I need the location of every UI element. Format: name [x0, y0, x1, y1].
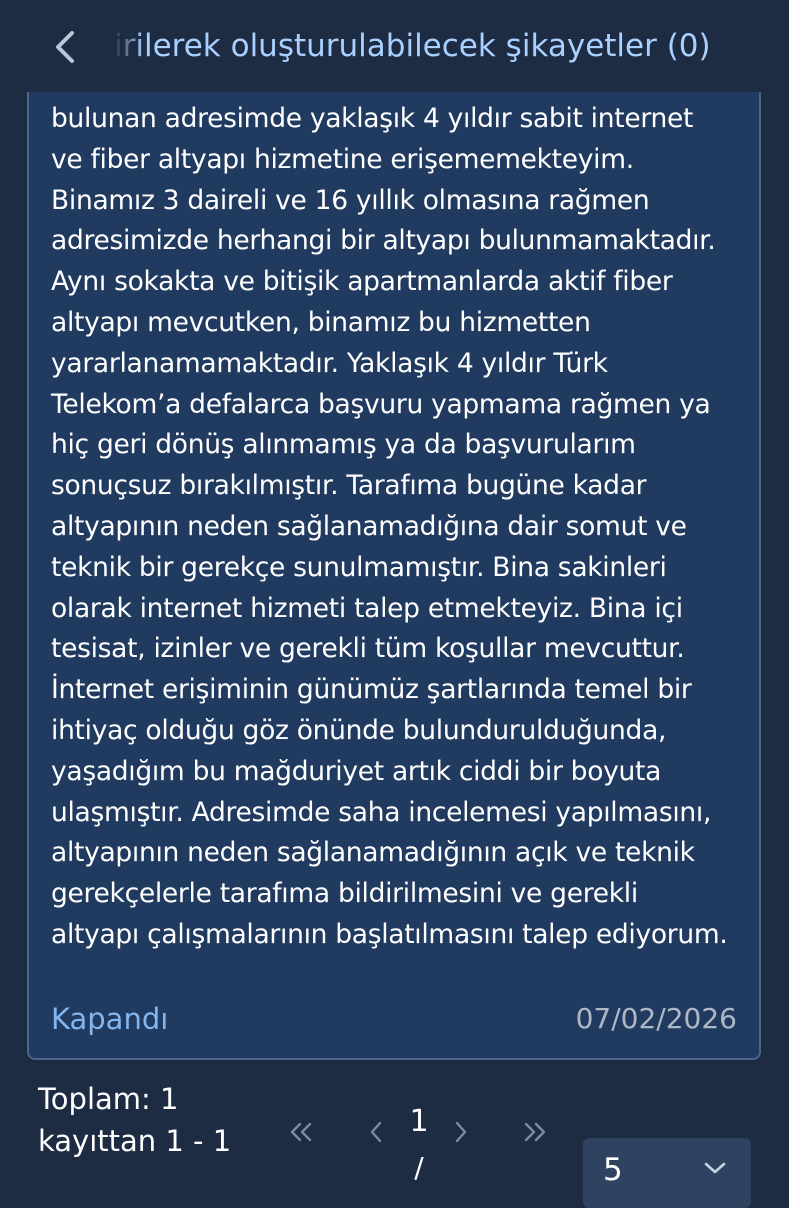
status-label[interactable]: Kapandı	[51, 997, 168, 1041]
complaint-card[interactable]: bulunan adresimde yaklaşık 4 yıldır sabi…	[27, 60, 761, 1060]
page-size-value: 5	[603, 1152, 623, 1188]
page-separator: /	[414, 1151, 424, 1184]
page-size-select[interactable]: 5	[583, 1138, 751, 1208]
complaint-card-footer: Kapandı 07/02/2026	[51, 997, 737, 1041]
chevron-down-icon	[704, 1162, 726, 1174]
next-page-button[interactable]	[441, 1112, 481, 1152]
chevron-left-icon	[56, 31, 74, 63]
chevron-left-icon	[370, 1121, 382, 1143]
pagination-bar: Toplam: 1 kayıttan 1 - 1 1 / 5	[0, 1060, 789, 1208]
first-page-button[interactable]	[281, 1112, 321, 1152]
page-title: irilerek oluşturulabilecek şikayetler (0…	[102, 26, 762, 66]
page-title-text: irilerek oluşturulabilecek şikayetler (0…	[114, 28, 711, 64]
chevron-right-icon	[455, 1121, 467, 1143]
last-page-button[interactable]	[515, 1112, 555, 1152]
back-button[interactable]	[40, 22, 90, 72]
double-chevron-left-icon	[290, 1122, 312, 1142]
double-chevron-right-icon	[524, 1122, 546, 1142]
complaint-text: bulunan adresimde yaklaşık 4 yıldır sabi…	[51, 103, 728, 950]
complaint-date: 07/02/2026	[575, 1002, 737, 1035]
top-header: irilerek oluşturulabilecek şikayetler (0…	[0, 0, 789, 92]
title-fade-overlay	[96, 18, 144, 78]
total-records-text: Toplam: 1 kayıttan 1 - 1	[38, 1082, 232, 1158]
current-page-number: 1	[409, 1104, 429, 1139]
prev-page-button[interactable]	[356, 1112, 396, 1152]
